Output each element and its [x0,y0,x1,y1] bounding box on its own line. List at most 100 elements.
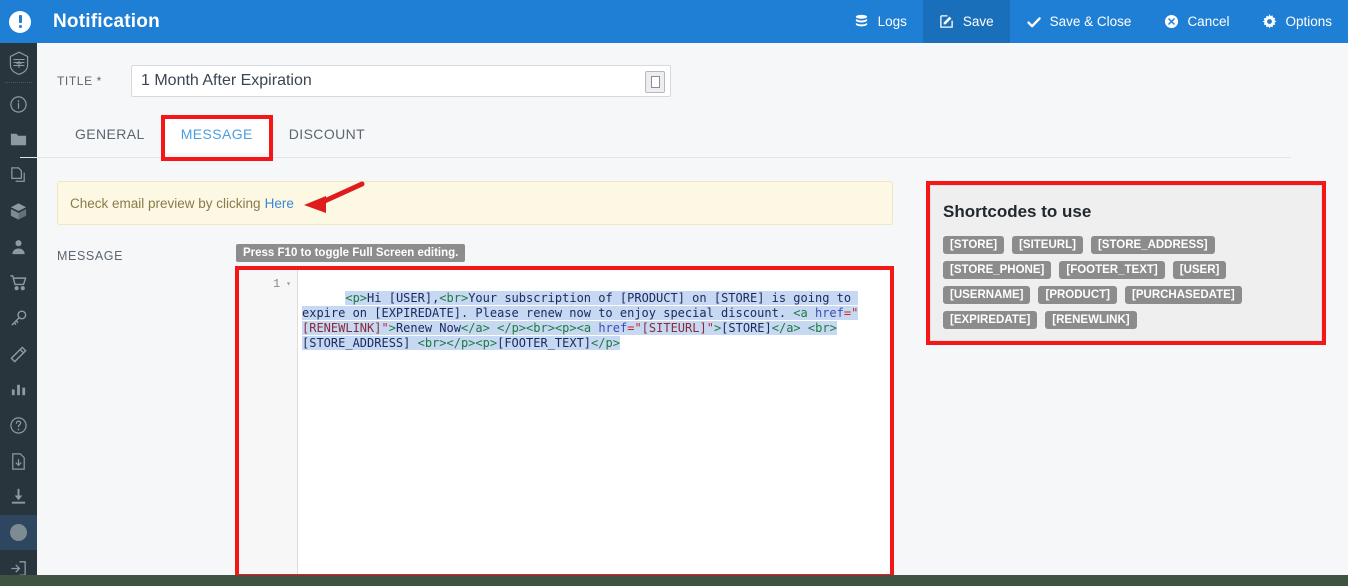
email-preview-notice: Check email preview by clicking Here [57,181,893,225]
title-input-wrapper [131,65,671,97]
tab-message[interactable]: MESSAGE [163,115,271,153]
code-token [801,321,808,335]
article-index-icon[interactable] [645,71,665,93]
shortcode-badge[interactable]: [EXPIREDATE] [943,311,1037,329]
toolbar-save-button[interactable]: Save [923,0,1010,43]
shortcode-badge[interactable]: [PRODUCT] [1038,286,1117,304]
database-icon [854,14,870,30]
toolbar-save-label: Save [963,14,994,29]
sidebar-item-notifications[interactable] [0,515,37,551]
code-token: =" [844,306,858,320]
shortcode-badge[interactable]: [SITEURL] [1012,236,1083,254]
shortcode-badge[interactable]: [RENEWLINK] [1045,311,1136,329]
shortcode-badge[interactable]: [FOOTER_TEXT] [1059,261,1164,279]
top-toolbar: Notification Logs [0,0,1348,43]
code-token: href [815,306,844,320]
code-token: " [707,321,714,335]
gear-icon [1261,14,1277,30]
notification-alert-icon [0,11,40,33]
sidebar-item-tools[interactable] [0,336,37,372]
code-token: Renew Now [396,321,461,335]
code-token: <p> [555,321,577,335]
code-token: Hi [USER], [367,291,439,305]
editor-code-area[interactable]: <p>Hi [USER],<br>Your subscription of [P… [298,269,891,575]
code-token: </p> [497,321,526,335]
sidebar-divider [5,82,32,83]
shortcode-badge[interactable]: [USERNAME] [943,286,1030,304]
pencil-square-icon [939,14,955,30]
code-token: " [381,321,388,335]
message-field-label: MESSAGE [57,249,123,263]
sidebar-item-licenses[interactable] [0,301,37,337]
sidebar-item-folder[interactable] [0,122,37,158]
code-token: [STORE_ADDRESS] [302,336,418,350]
code-token: =" [627,321,641,335]
toolbar-cancel-button[interactable]: Cancel [1147,0,1245,43]
code-token: </a> [461,321,490,335]
code-editor[interactable]: 1 ▾ <p>Hi [USER],<br>Your subscription o… [237,268,892,576]
code-token: > [389,321,396,335]
app-window: Notification Logs [0,0,1348,586]
shortcode-badge[interactable]: [STORE_PHONE] [943,261,1051,279]
toolbar-logs-button[interactable]: Logs [838,0,923,43]
code-token: [STORE] [721,321,772,335]
code-token: <p> [345,291,367,305]
tab-discount[interactable]: DISCOUNT [271,115,383,153]
sidebar-item-users[interactable] [0,229,37,265]
page-title: Notification [53,11,160,33]
sidebar-item-help[interactable] [0,408,37,444]
sidebar-item-products[interactable] [0,194,37,230]
toolbar-options-button[interactable]: Options [1245,0,1348,43]
shortcodes-title: Shortcodes to use [943,202,1307,222]
code-token: <br> [418,336,447,350]
shortcodes-list: [STORE] [SITEURL] [STORE_ADDRESS] [STORE_PH… [943,236,1307,329]
code-token: [FOOTER_TEXT] [497,336,591,350]
fullscreen-tooltip: Press F10 to toggle Full Screen editing. [236,244,465,262]
bottom-strip [0,575,1348,586]
code-token: [RENEWLINK] [302,321,381,335]
code-token: <p> [475,336,497,350]
sidebar-item-reports[interactable] [0,372,37,408]
sidebar-item-import[interactable] [0,443,37,479]
editor-line-number-row: 1 ▾ [238,276,297,291]
code-token: <br> [439,291,468,305]
email-preview-link[interactable]: Here [265,196,294,211]
close-circle-icon [1163,14,1179,30]
code-token: href [598,321,627,335]
title-input[interactable] [132,66,670,96]
code-token: <a [577,321,591,335]
code-token: <a [793,306,807,320]
shortcode-badge[interactable]: [STORE] [943,236,1004,254]
toolbar-logs-label: Logs [878,14,907,29]
sidebar-item-documents[interactable] [0,158,37,194]
code-token: [SITEURL] [642,321,707,335]
title-field-label: TITLE * [57,74,119,88]
shortcode-badge[interactable]: [PURCHASEDATE] [1125,286,1242,304]
check-icon [1026,14,1042,30]
toolbar-actions: Logs Save Save & Close [838,0,1348,43]
globe-icon [10,524,27,541]
toolbar-cancel-label: Cancel [1187,14,1229,29]
toolbar-save-close-button[interactable]: Save & Close [1010,0,1148,43]
shield-logo-icon [0,43,37,82]
title-row: TITLE * [37,43,1348,97]
shortcodes-panel: Shortcodes to use [STORE][SITEURL][STORE… [930,185,1322,341]
sidebar-item-info[interactable] [0,86,37,122]
tab-general[interactable]: GENERAL [57,115,163,153]
code-token: </p> [591,336,620,350]
tab-bar: GENERAL MESSAGE DISCOUNT [57,115,1348,153]
chevron-down-icon[interactable]: ▾ [286,279,291,289]
code-token: </p> [447,336,476,350]
editor-line-number: 1 [273,277,280,291]
code-token: </a> [772,321,801,335]
sidebar-item-cart[interactable] [0,265,37,301]
editor-gutter: 1 ▾ [238,269,298,575]
shortcode-badge[interactable]: [STORE_ADDRESS] [1091,236,1215,254]
sidebar-item-download[interactable] [0,479,37,515]
tab-bar-divider [20,157,1291,158]
shortcode-badge[interactable]: [USER] [1173,261,1227,279]
code-token: <br> [526,321,555,335]
code-token: <br> [808,321,837,335]
editor-code-content: <p>Hi [USER],<br>Your subscription of [P… [302,291,858,350]
toolbar-options-label: Options [1285,14,1332,29]
